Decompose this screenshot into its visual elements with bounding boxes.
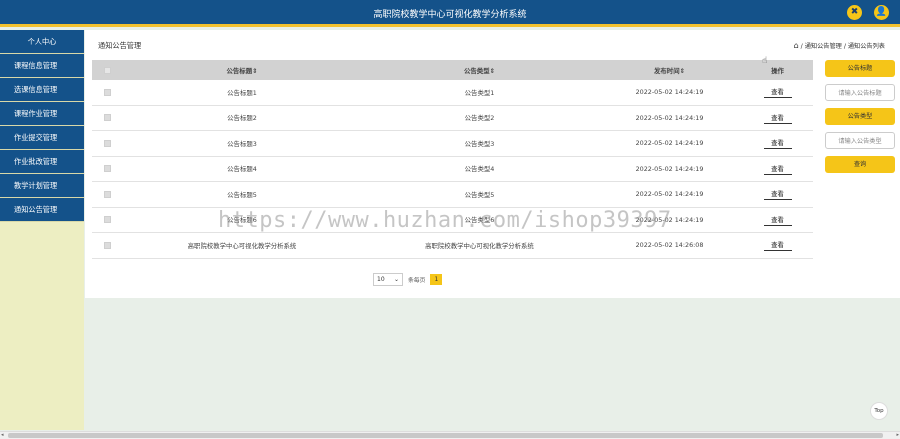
cell-title: 公告标题5 bbox=[227, 190, 257, 199]
column-header-title[interactable]: 公告标题⇕ bbox=[122, 60, 362, 80]
search-panel: 公告标题 请输入公告标题 公告类型 请输入公告类型 查询 bbox=[825, 60, 895, 180]
title-filter-label: 公告标题 bbox=[825, 60, 895, 77]
row-checkbox[interactable] bbox=[103, 114, 111, 122]
main-panel: 通知公告管理 ⌂ / 通知公告管理 / 通知公告列表 公告标题⇕ 公告类型⇕ 发… bbox=[85, 30, 900, 298]
scrollbar-thumb[interactable] bbox=[8, 433, 883, 438]
breadcrumb: ⌂ / 通知公告管理 / 通知公告列表 bbox=[794, 41, 885, 50]
row-checkbox[interactable] bbox=[103, 216, 111, 224]
breadcrumb-sep: / bbox=[843, 43, 846, 50]
sidebar-item-course-selection[interactable]: 选课信息管理 bbox=[0, 78, 84, 102]
view-button[interactable]: 查看 bbox=[763, 137, 792, 150]
sidebar-item-teaching-plan[interactable]: 教学计划管理 bbox=[0, 174, 84, 198]
row-checkbox[interactable] bbox=[103, 88, 111, 96]
cell-title: 高职院校教学中心可视化教学分析系统 bbox=[187, 241, 297, 250]
close-icon[interactable]: ✖ bbox=[847, 5, 862, 20]
home-icon[interactable]: ⌂ bbox=[794, 41, 799, 50]
horizontal-scrollbar[interactable]: ◂ ▸ bbox=[0, 431, 900, 439]
row-checkbox[interactable] bbox=[103, 241, 111, 249]
cell-date: 2022-05-02 14:24:19 bbox=[635, 139, 704, 148]
page-size-value: 10 bbox=[377, 275, 385, 283]
cell-type: 公告类型3 bbox=[464, 139, 495, 148]
mouse-cursor-icon: ☝ bbox=[762, 56, 768, 66]
user-icon[interactable]: 👤 bbox=[874, 5, 889, 20]
row-checkbox[interactable] bbox=[103, 139, 111, 147]
column-header-action: 操作 bbox=[771, 66, 784, 75]
cell-type: 公告类型1 bbox=[464, 88, 495, 97]
breadcrumb-level2: 通知公告列表 bbox=[847, 43, 885, 50]
top-header: 高职院校教学中心可视化教学分析系统 ✖ 👤 bbox=[0, 0, 900, 27]
cell-date: 2022-05-02 14:24:19 bbox=[635, 113, 704, 122]
column-header-type[interactable]: 公告类型⇕ bbox=[362, 60, 597, 80]
cell-title: 公告标题1 bbox=[227, 88, 257, 97]
sidebar: 个人中心 课程信息管理 选课信息管理 课程作业管理 作业提交管理 作业批改管理 … bbox=[0, 30, 84, 430]
sidebar-item-course-info[interactable]: 课程信息管理 bbox=[0, 54, 84, 78]
cell-date: 2022-05-02 14:24:19 bbox=[635, 88, 704, 97]
table-header-row: 公告标题⇕ 公告类型⇕ 发布时间⇕ 操作 bbox=[92, 60, 813, 80]
table-row: 高职院校教学中心可视化教学分析系统 高职院校教学中心可视化教学分析系统 2022… bbox=[92, 233, 813, 259]
cell-type: 公告类型2 bbox=[464, 114, 495, 123]
view-button[interactable]: 查看 bbox=[763, 162, 792, 175]
watermark: https://www.huzhan.com/ishop39397 bbox=[218, 208, 672, 233]
sidebar-item-announcements[interactable]: 通知公告管理 bbox=[0, 198, 84, 222]
breadcrumb-level1[interactable]: 通知公告管理 bbox=[805, 43, 842, 50]
cell-date: 2022-05-02 14:24:19 bbox=[635, 164, 704, 173]
view-button[interactable]: 查看 bbox=[763, 111, 792, 124]
view-button[interactable]: 查看 bbox=[763, 213, 792, 226]
sidebar-item-course-homework[interactable]: 课程作业管理 bbox=[0, 102, 84, 126]
page-number-current[interactable]: 1 bbox=[430, 273, 443, 285]
scroll-right-icon[interactable]: ▸ bbox=[896, 432, 899, 438]
chevron-down-icon: ⌄ bbox=[393, 275, 399, 283]
view-button[interactable]: 查看 bbox=[763, 188, 792, 201]
view-button[interactable]: 查看 bbox=[763, 239, 792, 252]
back-to-top-button[interactable]: Top bbox=[870, 402, 888, 420]
type-search-input[interactable]: 请输入公告类型 bbox=[825, 132, 895, 149]
table-row: 公告标题2 公告类型2 2022-05-02 14:24:19 查看 bbox=[92, 106, 813, 131]
page-size-select[interactable]: 10 ⌄ bbox=[373, 272, 403, 286]
scroll-left-icon[interactable]: ◂ bbox=[1, 432, 4, 438]
select-all-checkbox[interactable] bbox=[103, 66, 111, 74]
cell-date: 2022-05-02 14:24:19 bbox=[635, 190, 704, 199]
type-filter-label: 公告类型 bbox=[825, 108, 895, 125]
row-checkbox[interactable] bbox=[103, 165, 111, 173]
table-row: 公告标题5 公告类型5 2022-05-02 14:24:19 查看 bbox=[92, 182, 813, 208]
cell-title: 公告标题4 bbox=[227, 165, 257, 174]
pagination: 10 ⌄ 条每页 1 bbox=[373, 272, 443, 286]
cell-type: 公告类型4 bbox=[464, 165, 495, 174]
cell-title: 公告标题3 bbox=[227, 139, 257, 148]
view-button[interactable]: 查看 bbox=[763, 86, 792, 99]
title-search-input[interactable]: 请输入公告标题 bbox=[825, 84, 895, 101]
cell-type: 高职院校教学中心可视化教学分析系统 bbox=[425, 241, 534, 250]
app-title: 高职院校教学中心可视化教学分析系统 bbox=[373, 10, 527, 20]
cell-type: 公告类型5 bbox=[464, 190, 495, 199]
sidebar-item-homework-grading[interactable]: 作业批改管理 bbox=[0, 150, 84, 174]
column-header-date[interactable]: 发布时间⇕ bbox=[597, 60, 742, 80]
row-checkbox[interactable] bbox=[103, 190, 111, 198]
breadcrumb-sep: / bbox=[800, 43, 803, 50]
sidebar-item-homework-submission[interactable]: 作业提交管理 bbox=[0, 126, 84, 150]
table-row: 公告标题3 公告类型3 2022-05-02 14:24:19 查看 bbox=[92, 131, 813, 157]
cell-title: 公告标题2 bbox=[227, 114, 257, 123]
page-size-label: 条每页 bbox=[408, 277, 426, 284]
table-row: 公告标题4 公告类型4 2022-05-02 14:24:19 查看 bbox=[92, 157, 813, 182]
query-button[interactable]: 查询 bbox=[825, 156, 895, 173]
sidebar-item-personal-center[interactable]: 个人中心 bbox=[0, 30, 84, 54]
cell-date: 2022-05-02 14:26:08 bbox=[635, 241, 704, 250]
table-row: 公告标题1 公告类型1 2022-05-02 14:24:19 查看 bbox=[92, 80, 813, 106]
page-title: 通知公告管理 bbox=[98, 41, 142, 50]
